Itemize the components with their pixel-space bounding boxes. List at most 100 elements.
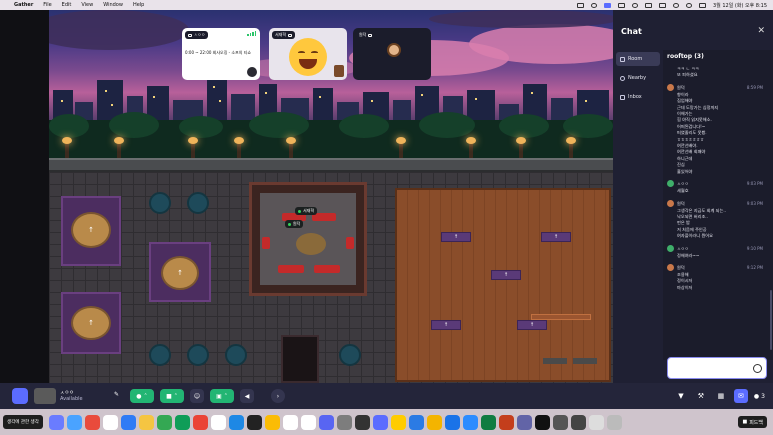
app-icon[interactable] xyxy=(66,414,82,430)
deck-table[interactable]: ↑ xyxy=(541,232,571,242)
deck-table[interactable]: ↑ xyxy=(491,270,521,280)
avatar[interactable] xyxy=(667,263,674,271)
avatar-name-tag[interactable]: 서재혁 xyxy=(295,207,318,215)
more-button[interactable]: › xyxy=(271,389,285,403)
deck-table[interactable]: ↑ xyxy=(517,320,547,330)
gather-status-icon[interactable] xyxy=(603,2,611,8)
round-table[interactable]: ↑ xyxy=(71,306,111,340)
self-status[interactable]: Available xyxy=(60,396,83,402)
chevron-up-icon[interactable]: ⌃ xyxy=(224,393,228,399)
app-icon[interactable] xyxy=(228,414,244,430)
app-icon[interactable] xyxy=(318,414,334,430)
participants-button[interactable]: ● 3 xyxy=(754,393,765,400)
app-icon[interactable] xyxy=(606,414,622,430)
avatar[interactable] xyxy=(667,180,674,188)
app-icon[interactable] xyxy=(102,414,118,430)
status-icon[interactable] xyxy=(590,2,597,8)
app-icon[interactable] xyxy=(408,414,424,430)
app-icon[interactable] xyxy=(516,414,532,430)
app-icon[interactable] xyxy=(354,414,370,430)
menu-file[interactable]: File xyxy=(43,2,51,8)
message-author[interactable]: ㅅㅇㅇ xyxy=(677,246,689,252)
chat-nav-room[interactable]: Room xyxy=(616,52,660,66)
app-icon[interactable] xyxy=(336,414,352,430)
chat-input[interactable] xyxy=(667,357,767,379)
app-icon[interactable] xyxy=(84,414,100,430)
app-icon[interactable] xyxy=(462,414,478,430)
scrollbar[interactable] xyxy=(770,290,772,350)
app-menu[interactable]: Gather xyxy=(14,2,33,8)
emoji-icon[interactable] xyxy=(753,364,762,373)
dock-notice[interactable]: 생각에 관한 생각 xyxy=(3,415,43,429)
message-author[interactable]: 원덕 xyxy=(677,85,685,91)
message-author[interactable]: 원덕 xyxy=(677,265,685,271)
wifi-icon[interactable] xyxy=(672,2,679,8)
message-author[interactable]: ㅅㅇㅇ xyxy=(677,181,689,187)
status-icon[interactable] xyxy=(576,2,584,8)
message-input[interactable] xyxy=(671,362,751,374)
menu-clock[interactable]: 3월 12일 (화) 오후 8:15 xyxy=(713,2,767,9)
avatar[interactable] xyxy=(667,244,674,252)
control-center-icon[interactable] xyxy=(698,2,706,8)
menu-view[interactable]: View xyxy=(81,2,93,8)
chevron-up-icon[interactable]: ⌃ xyxy=(144,393,148,399)
status-icon[interactable] xyxy=(644,2,652,8)
close-icon[interactable]: ✕ xyxy=(757,26,765,36)
menu-help[interactable]: Help xyxy=(133,2,144,8)
app-icon[interactable] xyxy=(372,414,388,430)
app-icon[interactable] xyxy=(426,414,442,430)
app-icon[interactable] xyxy=(300,414,316,430)
app-icon[interactable] xyxy=(264,414,280,430)
app-icon[interactable] xyxy=(480,414,496,430)
microphone-button[interactable]: ● ⌃ xyxy=(130,389,154,403)
doorway[interactable] xyxy=(281,335,319,383)
app-icon[interactable] xyxy=(444,414,460,430)
feedback-button[interactable]: ■ 피드백 xyxy=(738,416,767,428)
gather-logo-icon[interactable] xyxy=(12,388,28,404)
chat-nav-nearby[interactable]: Nearby xyxy=(616,71,660,85)
battery-icon[interactable] xyxy=(658,2,666,8)
chevron-up-icon[interactable]: ⌃ xyxy=(174,393,178,399)
video-tile[interactable]: 원덕 xyxy=(353,28,431,80)
pencil-icon[interactable]: ✎ xyxy=(114,391,122,399)
menu-edit[interactable]: Edit xyxy=(62,2,72,8)
menu-window[interactable]: Window xyxy=(103,2,123,8)
app-icon[interactable] xyxy=(192,414,208,430)
deck-table[interactable]: ↑ xyxy=(431,320,461,330)
chat-nav-inbox[interactable]: Inbox xyxy=(616,90,660,104)
message-author[interactable]: 원덕 xyxy=(677,201,685,207)
megaphone-button[interactable]: ◀ xyxy=(240,389,254,403)
status-icon[interactable] xyxy=(617,2,625,8)
private-room[interactable] xyxy=(249,182,367,296)
app-icon[interactable] xyxy=(48,414,64,430)
app-icon[interactable] xyxy=(390,414,406,430)
app-icon[interactable] xyxy=(498,414,514,430)
app-icon[interactable] xyxy=(534,414,550,430)
avatar[interactable] xyxy=(667,199,674,207)
message-list[interactable]: ㅋㅋ ㄴ ㅋㅋ 또 피하셨요 원덕 8:59 PM 향이라 집업해야 근데 도망가는 심정까… xyxy=(663,66,769,358)
video-tile[interactable]: 서재혁 xyxy=(269,28,347,80)
app-icon[interactable] xyxy=(552,414,568,430)
avatar[interactable] xyxy=(667,83,674,91)
deck-table[interactable]: ↑ xyxy=(441,232,471,242)
camera-button[interactable]: ■ ⌃ xyxy=(160,389,184,403)
screen-share-button[interactable]: ▣ ⌃ xyxy=(210,389,234,403)
status-icon[interactable] xyxy=(631,2,638,8)
chat-icon[interactable]: ✉ xyxy=(733,389,748,403)
self-video-preview[interactable] xyxy=(34,388,56,404)
round-table[interactable]: ↑ xyxy=(71,212,111,248)
app-icon[interactable] xyxy=(174,414,190,430)
build-icon[interactable]: ▼ xyxy=(674,389,688,403)
app-icon[interactable] xyxy=(156,414,172,430)
app-icon[interactable] xyxy=(282,414,298,430)
avatar-name-tag[interactable]: 원덕 xyxy=(285,220,304,228)
search-icon[interactable] xyxy=(685,2,692,8)
emote-button[interactable]: ☺ xyxy=(190,389,204,403)
app-icon[interactable] xyxy=(246,414,262,430)
calendar-icon[interactable]: ▦ xyxy=(714,389,728,403)
app-icon[interactable] xyxy=(120,414,136,430)
video-tile[interactable]: ㅅㅇㅇ 0:00 ~ 22:00 회사오징 - 소프의 티쇼 xyxy=(182,28,260,80)
hammer-icon[interactable]: ⚒ xyxy=(694,389,708,403)
app-icon[interactable] xyxy=(588,414,604,430)
app-icon[interactable] xyxy=(570,414,586,430)
